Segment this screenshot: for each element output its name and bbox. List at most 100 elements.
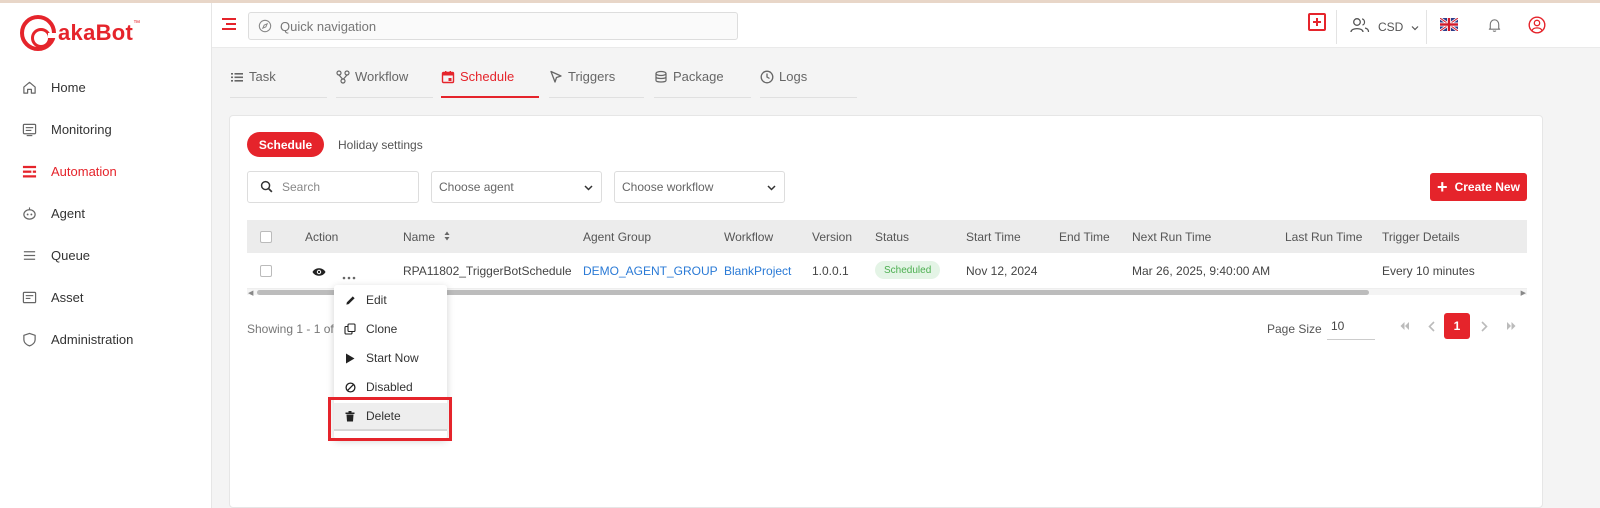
cell-version: 1.0.0.1	[812, 264, 849, 278]
column-header-agent-group: Agent Group	[583, 230, 652, 244]
sidebar-item-label: Home	[51, 79, 86, 95]
chevron-down-icon	[584, 180, 593, 194]
search-placeholder: Search	[282, 180, 321, 194]
create-new-label: Create New	[1454, 180, 1520, 194]
column-header-version: Version	[812, 230, 853, 244]
tab-task[interactable]: Task	[230, 70, 327, 98]
pencil-icon	[344, 294, 356, 306]
table-header: Action Name Agent Group Workflow Version…	[247, 220, 1527, 253]
tab-triggers[interactable]: Triggers	[549, 70, 644, 98]
logo-mark-icon	[20, 15, 57, 51]
next-page-icon[interactable]	[1472, 314, 1496, 338]
cell-agent-group-link[interactable]: DEMO_AGENT_GROUP	[583, 264, 718, 278]
notifications-button[interactable]	[1487, 17, 1502, 36]
agent-select-placeholder: Choose agent	[439, 180, 514, 194]
sidebar-item-queue[interactable]: Queue	[0, 235, 212, 275]
tab-workflow[interactable]: Workflow	[336, 70, 433, 98]
sidebar-item-asset[interactable]: Asset	[0, 277, 212, 317]
monitor-icon	[21, 121, 37, 137]
last-page-icon[interactable]	[1499, 314, 1523, 338]
database-icon	[654, 70, 668, 84]
organization-selector[interactable]: CSD	[1350, 17, 1419, 36]
menu-item-label: Start Now	[366, 351, 419, 365]
tab-label: Workflow	[355, 69, 409, 84]
scroll-right-arrow-icon[interactable]: ▶	[1521, 289, 1526, 297]
tab-logs[interactable]: Logs	[760, 70, 857, 98]
cell-workflow-link[interactable]: BlankProject	[724, 264, 791, 278]
delete-highlight-box	[328, 397, 452, 441]
column-header-name-label: Name	[403, 230, 436, 244]
robot-icon	[21, 205, 37, 221]
column-header-next-run-time: Next Run Time	[1132, 230, 1212, 244]
sidebar-item-administration[interactable]: Administration	[0, 319, 212, 359]
sidebar-item-home[interactable]: Home	[0, 67, 212, 107]
chevron-down-icon	[1411, 19, 1419, 34]
showing-count: Showing 1 - 1 of 1	[247, 322, 344, 336]
cursor-icon	[549, 70, 563, 84]
agent-select[interactable]: Choose agent	[431, 171, 602, 203]
tab-label: Package	[673, 69, 724, 84]
sidebar-item-label: Automation	[51, 163, 117, 179]
sidebar-item-label: Agent	[51, 205, 85, 221]
tab-package[interactable]: Package	[654, 70, 751, 98]
status-badge: Scheduled	[875, 261, 941, 279]
uk-flag-icon	[1439, 16, 1459, 34]
scroll-left-arrow-icon[interactable]: ◀	[248, 289, 253, 297]
cell-start-time: Nov 12, 2024	[966, 264, 1038, 278]
language-selector[interactable]	[1439, 16, 1459, 34]
column-header-name[interactable]: Name	[403, 230, 450, 244]
menu-item-label: Edit	[366, 293, 387, 307]
clock-icon	[760, 70, 774, 84]
tab-schedule[interactable]: Schedule	[441, 70, 539, 98]
logo-trademark: ™	[133, 19, 141, 27]
current-page-button[interactable]: 1	[1444, 313, 1470, 339]
menu-item-clone[interactable]: Clone	[334, 315, 447, 343]
sidebar-item-monitoring[interactable]: Monitoring	[0, 109, 212, 149]
user-profile-button[interactable]	[1528, 16, 1546, 37]
tab-label: Task	[249, 69, 276, 84]
create-new-button[interactable]: + Create New	[1430, 173, 1527, 201]
workflow-select[interactable]: Choose workflow	[614, 171, 785, 203]
automation-icon	[21, 163, 37, 179]
tab-label: Triggers	[568, 69, 616, 84]
bell-icon	[1487, 17, 1502, 36]
compass-icon	[258, 19, 272, 33]
home-icon	[21, 79, 37, 95]
header-divider	[1426, 10, 1427, 44]
header-divider	[1336, 10, 1337, 44]
column-header-action: Action	[305, 230, 339, 244]
asset-icon	[21, 289, 37, 305]
more-actions-icon[interactable]	[342, 268, 356, 283]
logo-text: akaBot	[58, 20, 134, 45]
workflow-select-placeholder: Choose workflow	[622, 180, 714, 194]
cell-trigger-details: Every 10 minutes	[1382, 264, 1475, 278]
page-size-input[interactable]: 10	[1327, 312, 1375, 340]
column-header-start-time: Start Time	[966, 230, 1021, 244]
search-input[interactable]: Search	[247, 171, 419, 203]
first-page-icon[interactable]	[1392, 314, 1416, 338]
search-icon	[260, 180, 274, 194]
sidebar: akaBot ™ Home Monitoring Automation Agen…	[0, 3, 212, 508]
sidebar-item-automation[interactable]: Automation	[0, 151, 212, 191]
organization-name: CSD	[1378, 19, 1404, 34]
menu-item-edit[interactable]: Edit	[334, 286, 447, 314]
akabot-logo[interactable]: akaBot ™	[20, 13, 140, 53]
subtab-schedule[interactable]: Schedule	[247, 132, 324, 157]
subtab-holiday-settings[interactable]: Holiday settings	[338, 138, 423, 152]
shield-icon	[21, 331, 37, 347]
sort-icon[interactable]	[444, 230, 450, 244]
calendar-icon	[441, 70, 455, 84]
menu-item-label: Clone	[366, 322, 398, 336]
menu-toggle-icon[interactable]	[222, 18, 236, 30]
column-header-trigger-details: Trigger Details	[1382, 230, 1460, 244]
sidebar-item-agent[interactable]: Agent	[0, 193, 212, 233]
add-shortcut-button[interactable]	[1308, 13, 1326, 31]
row-checkbox[interactable]	[260, 265, 272, 277]
menu-item-start-now[interactable]: Start Now	[334, 344, 447, 372]
view-eye-icon[interactable]	[312, 265, 326, 280]
user-avatar-icon	[1528, 16, 1546, 37]
select-all-checkbox[interactable]	[260, 231, 272, 243]
previous-page-icon[interactable]	[1419, 314, 1443, 338]
table-row: RPA11802_TriggerBotSchedule DEMO_AGENT_G…	[247, 253, 1527, 287]
quick-navigation-input[interactable]: Quick navigation	[248, 12, 738, 40]
